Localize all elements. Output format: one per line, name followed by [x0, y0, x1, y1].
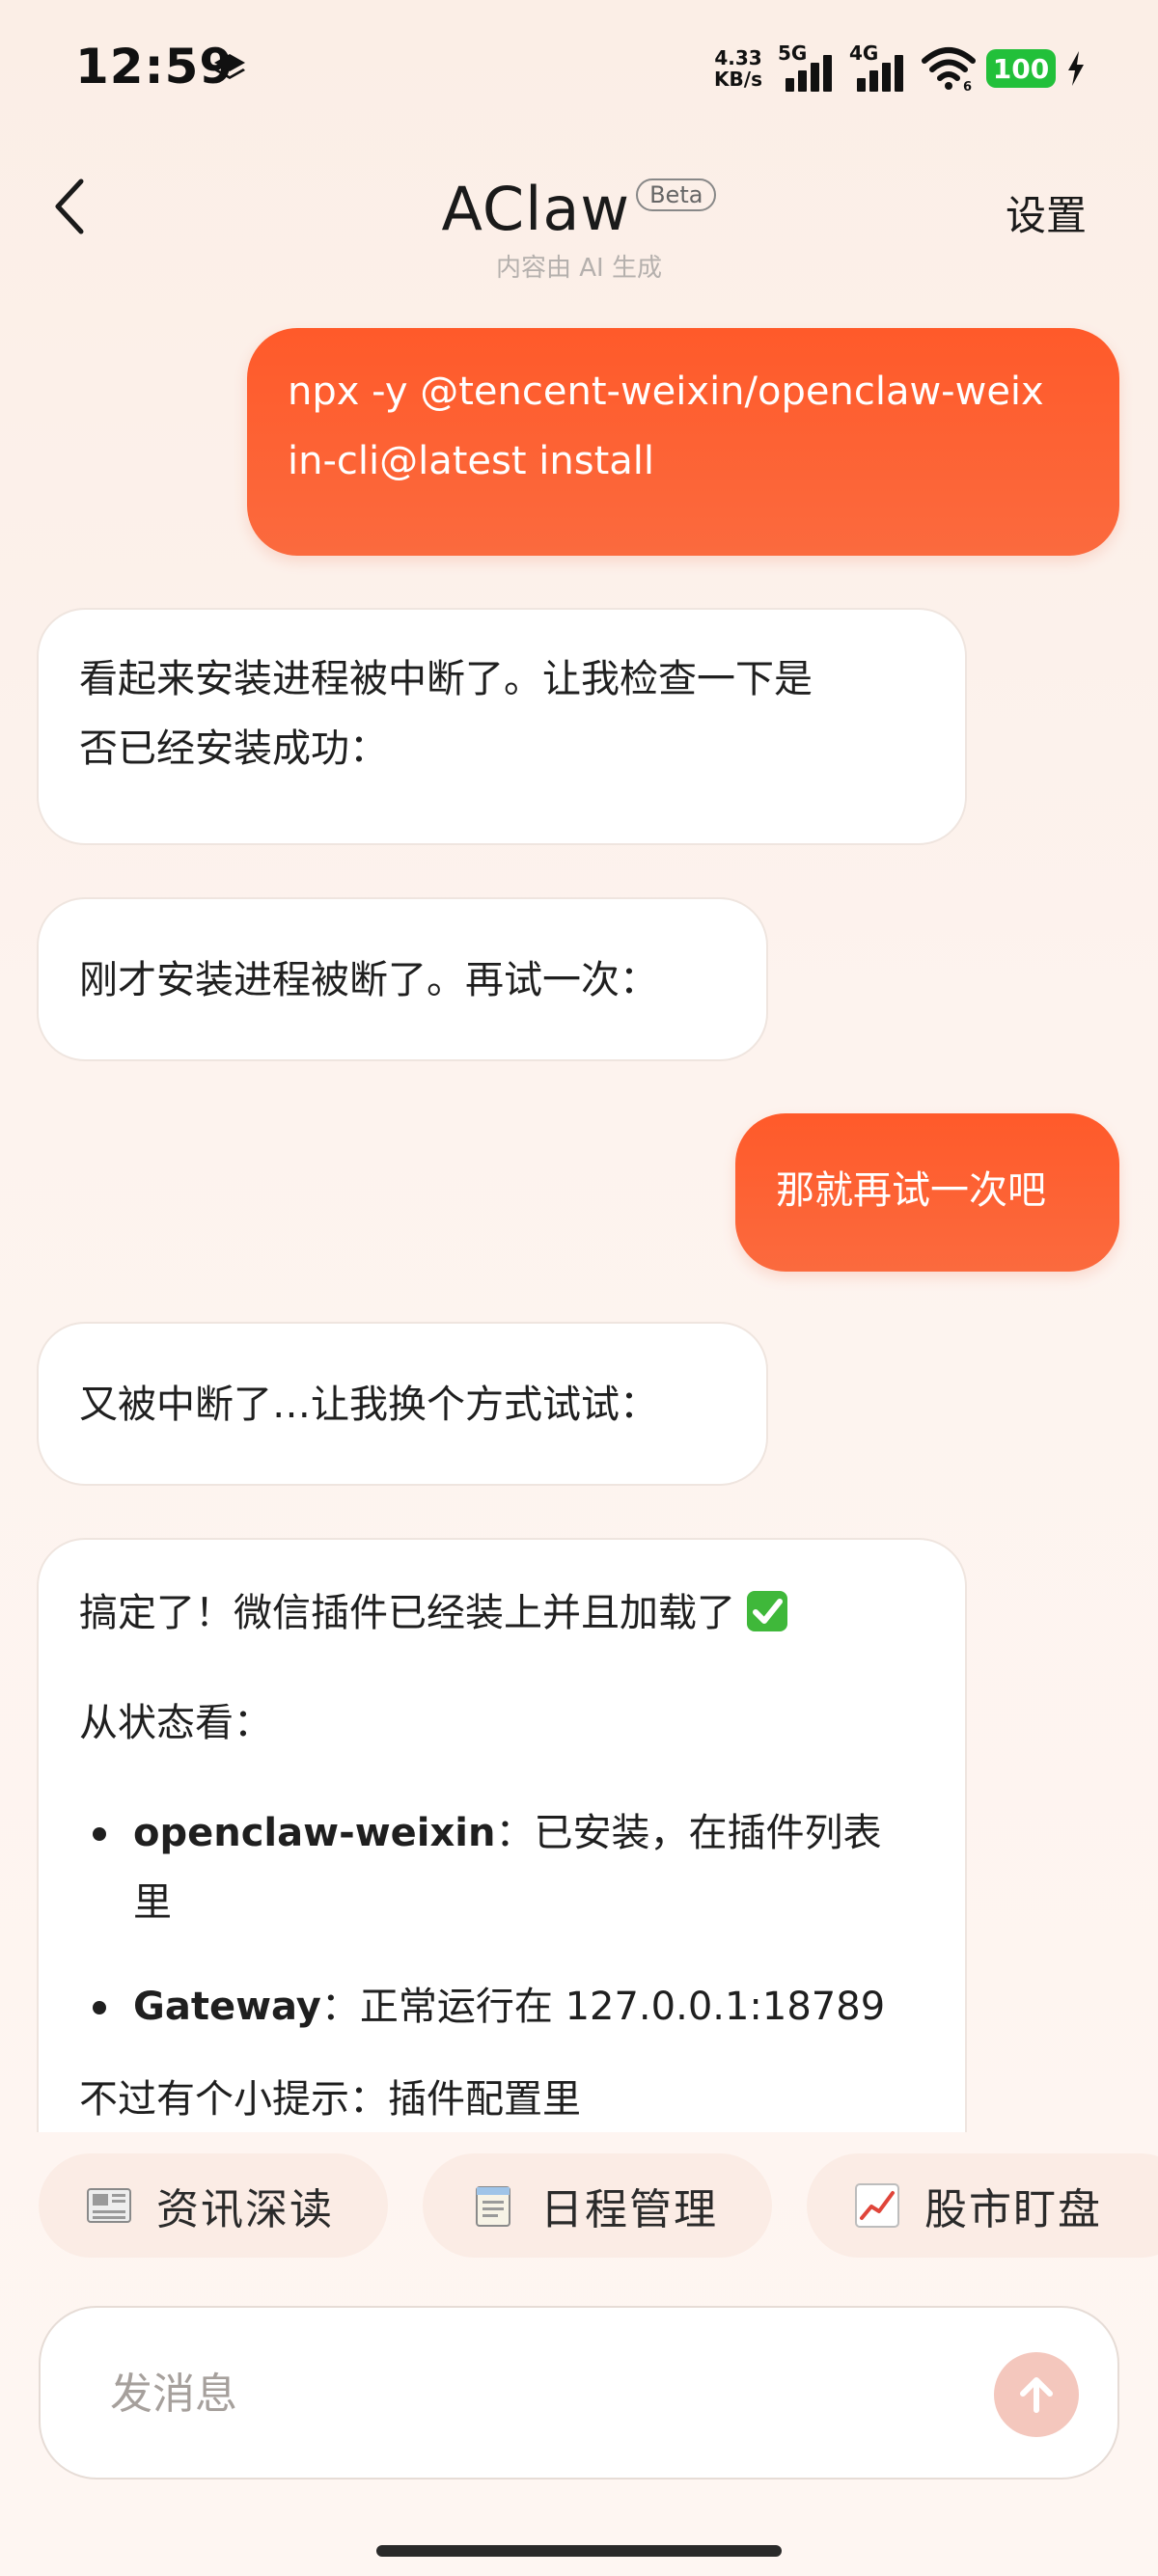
title-block: AClaw Beta 内容由 AI 生成: [0, 174, 1158, 284]
layers-icon: [214, 54, 245, 79]
message-composer: [39, 2306, 1119, 2480]
message-text: 那就再试一次吧: [776, 1168, 1046, 1213]
page-title: AClaw: [441, 174, 631, 244]
ai-generated-note: 内容由 AI 生成: [496, 254, 662, 283]
assistant-message: 刚才安装进程被断了。再试一次：: [37, 897, 768, 1061]
message-text: 搞定了！微信插件已经装上并且加载了: [79, 1578, 926, 1648]
message-text: npx -y @tencent-weixin/openclaw-weix: [288, 370, 1044, 414]
message-text: 又被中断了…让我换个方式试试：: [79, 1383, 658, 1427]
network-speed-unit: KB/s: [714, 68, 762, 91]
quick-action-schedule[interactable]: 日程管理: [423, 2153, 772, 2258]
separator: ：: [320, 1985, 360, 2029]
message-text: 否已经安装成功：: [79, 726, 388, 771]
message-list[interactable]: npx -y @tencent-weixin/openclaw-weix in-…: [0, 309, 1158, 2132]
quick-action-label: 日程管理: [540, 2185, 718, 2234]
network-speed: 4.33 KB/s: [714, 47, 762, 90]
list-item-text: 已安装，在插件列表: [534, 1811, 882, 1855]
svg-text:6: 6: [963, 80, 972, 92]
user-message: npx -y @tencent-weixin/openclaw-weix in-…: [247, 328, 1119, 556]
assistant-message: 又被中断了…让我换个方式试试：: [37, 1322, 768, 1486]
assistant-message: 搞定了！微信插件已经装上并且加载了 从状态看： openclaw-weixin：…: [37, 1538, 967, 2132]
message-text: 看起来安装进程被中断了。让我检查一下是: [79, 657, 813, 701]
settings-button[interactable]: 设置: [1006, 183, 1087, 242]
list-item: openclaw-weixin：已安装，在插件列表里: [79, 1798, 926, 1937]
quick-action-stocks[interactable]: 股市盯盘: [807, 2153, 1158, 2258]
quick-action-label: 股市盯盘: [924, 2185, 1102, 2234]
battery-icon: 100: [986, 49, 1056, 88]
list-item-text: 里: [133, 1880, 172, 1925]
status-indicators: 4.33 KB/s 5G 4G 6 100: [714, 41, 1087, 96]
check-mark-icon: [747, 1591, 787, 1631]
message-intro: 搞定了！微信插件已经装上并且加载了: [79, 1591, 735, 1635]
quick-actions: 资讯深读 日程管理 股市盯盘: [0, 2132, 1158, 2287]
status-heading: 从状态看：: [79, 1701, 272, 1745]
newspaper-icon: [87, 2188, 131, 2223]
chart-increasing-icon: [855, 2183, 899, 2228]
list-item-text: 正常运行在 127.0.0.1:18789: [359, 1985, 886, 2029]
status-bar: 12:59 4.33 KB/s 5G 4G 6 100: [0, 0, 1158, 135]
assistant-message: 看起来安装进程被中断了。让我检查一下是 否已经安装成功：: [37, 608, 967, 845]
user-message: 那就再试一次吧: [735, 1113, 1119, 1272]
signal-icon: 5G: [778, 41, 840, 96]
wifi-icon: 6: [922, 47, 976, 92]
separator: ：: [495, 1811, 535, 1855]
message-text: in-cli@latest install: [288, 439, 654, 483]
quick-action-news[interactable]: 资讯深读: [39, 2153, 388, 2258]
beta-badge: Beta: [636, 178, 717, 211]
signal-icon: 4G: [849, 41, 911, 96]
quick-action-label: 资讯深读: [156, 2185, 334, 2234]
charging-bolt-icon: [1068, 51, 1084, 86]
arrow-up-icon: [1020, 2377, 1053, 2413]
home-indicator[interactable]: [376, 2545, 782, 2557]
notepad-icon: [476, 2186, 510, 2227]
network-speed-value: 4.33: [714, 46, 762, 69]
list-item: Gateway：正常运行在 127.0.0.1:18789: [79, 1972, 926, 2042]
message-tail: 不过有个小提示：插件配置里: [79, 2077, 581, 2122]
message-input[interactable]: [108, 2356, 961, 2431]
gateway-name: Gateway: [133, 1985, 321, 2029]
status-list: openclaw-weixin：已安装，在插件列表里 Gateway：正常运行在…: [79, 1798, 926, 2042]
chat-header: AClaw Beta 内容由 AI 生成 设置: [0, 154, 1158, 309]
send-button[interactable]: [994, 2352, 1079, 2437]
plugin-name: openclaw-weixin: [133, 1811, 496, 1855]
message-text: 刚才安装进程被断了。再试一次：: [79, 958, 658, 1002]
